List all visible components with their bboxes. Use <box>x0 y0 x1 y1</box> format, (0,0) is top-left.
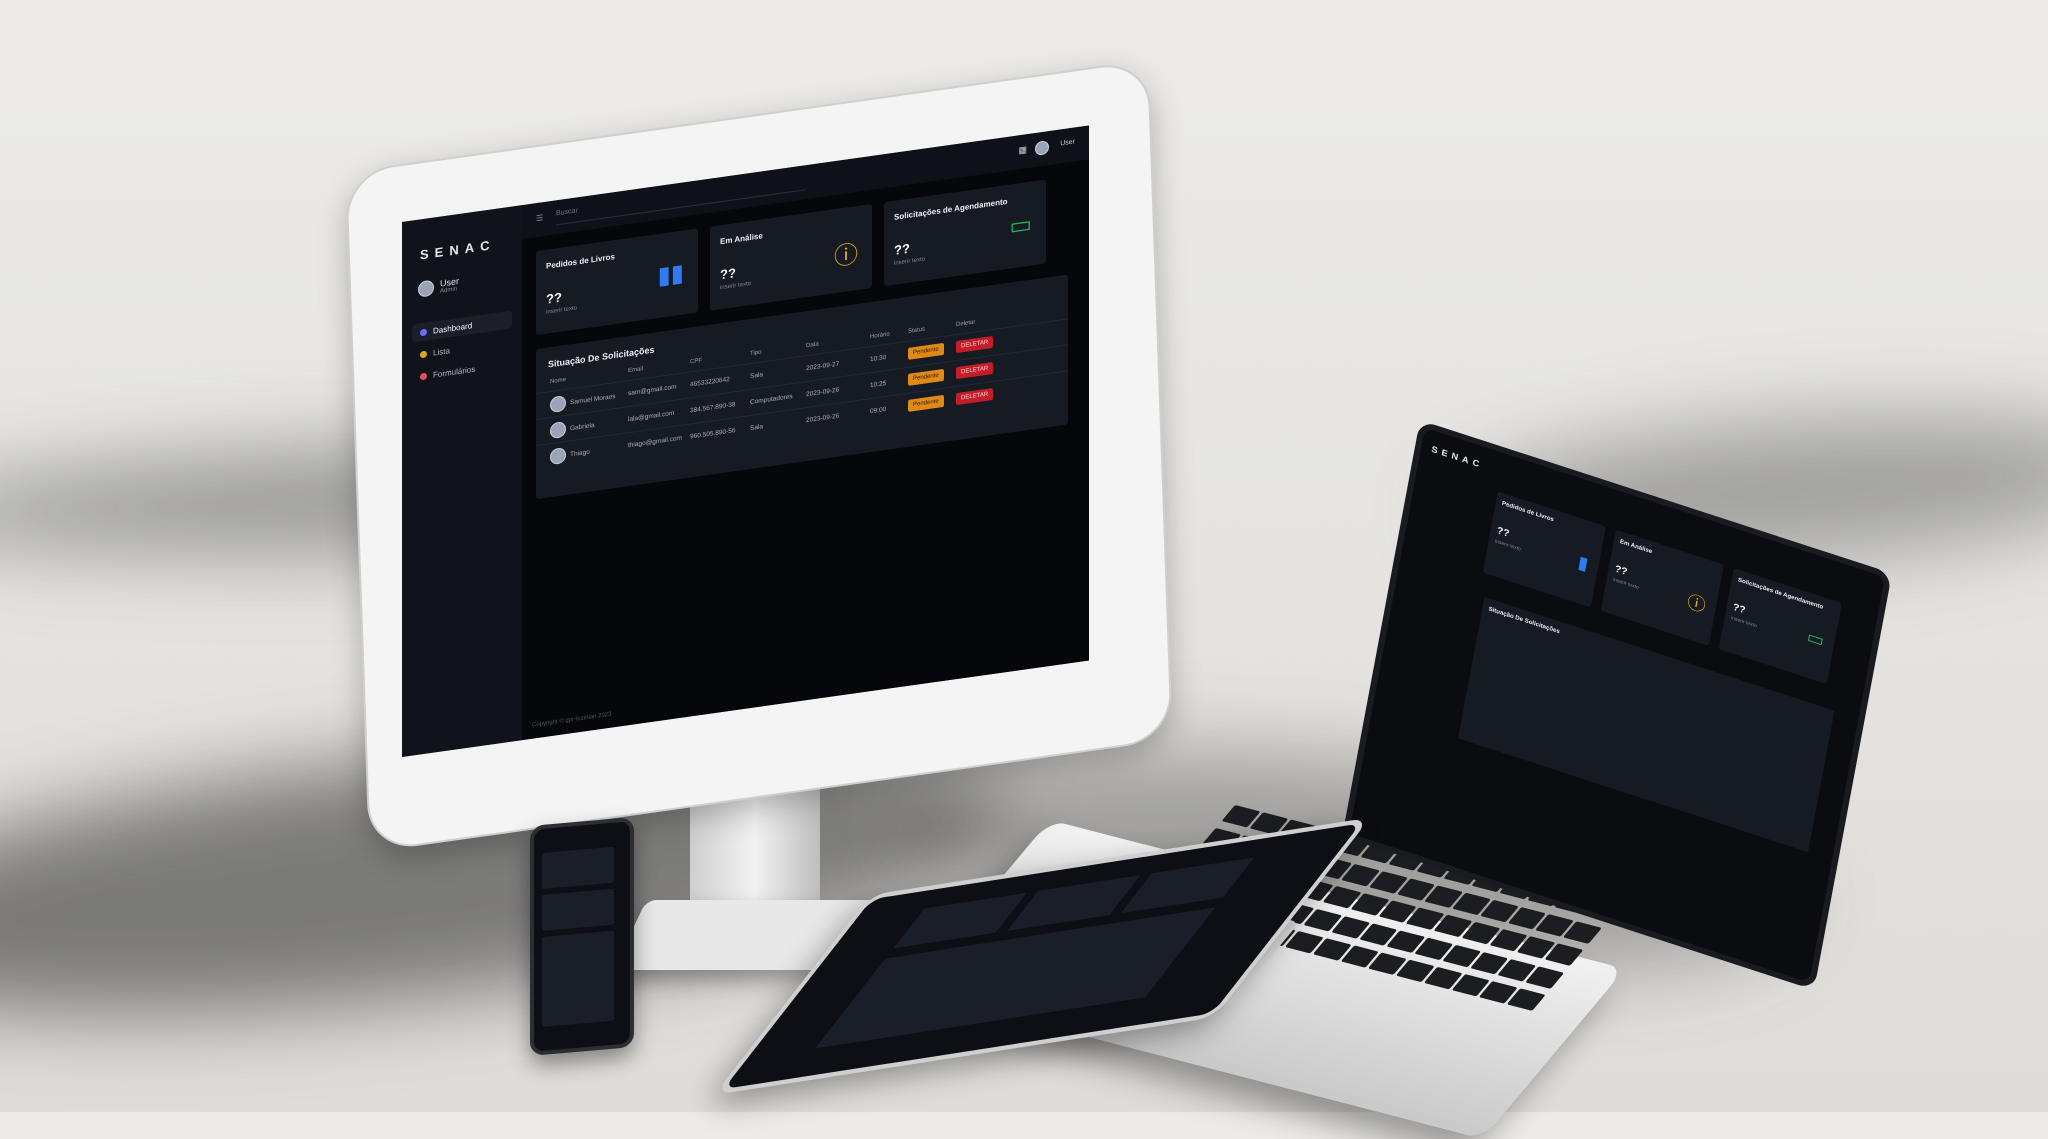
cpf-cell: 46533220642 <box>690 375 730 389</box>
sidebar-item-label: Formulários <box>433 364 476 380</box>
brand-logo: SENAC <box>420 236 496 263</box>
column-header: CPF <box>690 357 702 366</box>
card-subtitle: inserir texto <box>1730 615 1758 630</box>
phone-device <box>530 816 634 1056</box>
list-icon <box>420 349 427 358</box>
dashboard-app: SENAC User Admin Dashboard Lista Formulá… <box>402 125 1089 757</box>
book-icon: ▮ <box>1576 551 1590 575</box>
row-name: Thiago <box>570 448 590 458</box>
avatar <box>550 394 566 414</box>
card-value: ?? <box>546 289 562 307</box>
card-pedidos: Pedidos de Livros ?? inserir texto ▮▮ <box>536 228 698 336</box>
alert-icon: ⓘ <box>834 240 858 272</box>
monitor-icon: ▭ <box>1805 626 1826 651</box>
card-agendamento: Solicitações de Agendamento ?? inserir t… <box>884 179 1046 287</box>
row-name: Samuel Moraes <box>570 392 616 406</box>
card-value: ?? <box>1613 563 1629 578</box>
avatar <box>550 446 566 466</box>
table-title: Situação De Solicitações <box>1488 606 1561 636</box>
card-title: Pedidos de Livros <box>1501 500 1555 524</box>
status-badge: Pendente <box>908 342 944 360</box>
delete-button[interactable]: DELETAR <box>956 361 994 380</box>
tipo-cell: Sala <box>750 371 764 381</box>
alert-icon: ⓘ <box>1685 591 1708 617</box>
tipo-cell: Sala <box>750 423 764 433</box>
user-role: Admin <box>440 286 458 295</box>
footer-copyright: Copyright © gpr-lozinian 2023 <box>532 711 612 729</box>
column-header: Data <box>806 341 819 350</box>
menu-icon[interactable]: ☰ <box>536 213 543 223</box>
data-cell: 2023-09-26 <box>806 386 840 399</box>
card-pedidos: Pedidos de Livros ?? inserir texto ▮ <box>1482 491 1606 608</box>
data-cell: 2023-09-26 <box>806 412 840 425</box>
card-value: ?? <box>894 240 910 258</box>
monitor-screen: SENAC User Admin Dashboard Lista Formulá… <box>402 125 1089 758</box>
status-badge: Pendente <box>908 394 944 412</box>
sidebar: SENAC User Admin Dashboard Lista Formulá… <box>402 205 522 757</box>
card-title: Em Análise <box>1619 539 1653 556</box>
card-subtitle: inserir texto <box>894 256 926 267</box>
column-header: Tipo <box>750 349 762 358</box>
card-subtitle: inserir texto <box>546 305 578 316</box>
brand-logo: SENAC <box>1430 444 1484 471</box>
email-cell: lala@gmail.com <box>628 409 675 424</box>
card-analise: Em Análise ?? inserir texto ⓘ <box>710 203 872 311</box>
card-subtitle: inserir texto <box>720 280 752 292</box>
card-value: ?? <box>720 265 736 283</box>
sidebar-item-label: Lista <box>433 345 450 358</box>
card-analise: Em Análise ?? inserir texto ⓘ <box>1600 529 1724 646</box>
card-title: Solicitações de Agendamento <box>894 196 1008 222</box>
email-cell: sam@gmail.com <box>628 383 677 398</box>
name-cell: Thiago <box>550 444 590 466</box>
sidebar-item-label: Dashboard <box>433 320 473 336</box>
phone-card <box>542 846 614 889</box>
status-badge: Pendente <box>908 368 944 386</box>
hora-cell: 09:00 <box>870 405 887 416</box>
hora-cell: 10:25 <box>870 379 887 390</box>
email-cell: thiago@gmail.com <box>628 434 682 450</box>
topbar-user[interactable]: User <box>1060 138 1075 147</box>
avatar <box>550 420 566 440</box>
dashboard-icon <box>420 327 427 336</box>
cpf-cell: 960.505.890-56 <box>690 427 736 441</box>
tablet-card <box>1120 857 1255 914</box>
user-profile[interactable]: User Admin <box>418 276 459 298</box>
delete-button[interactable]: DELETAR <box>956 387 994 406</box>
avatar[interactable] <box>1035 140 1049 157</box>
book-icon: ▮▮ <box>657 259 684 291</box>
column-header: Horário <box>870 331 890 341</box>
card-title: Em Análise <box>720 231 763 247</box>
card-agendamento: Solicitações de Agendamento ?? inserir t… <box>1718 567 1842 685</box>
column-header: Deletar <box>956 319 976 329</box>
apps-grid-icon[interactable]: ▦ <box>1018 144 1027 156</box>
delete-button[interactable]: DELETAR <box>956 335 994 354</box>
tipo-cell: Computadores <box>750 393 793 407</box>
monitor-icon: ▭ <box>1009 210 1032 241</box>
avatar <box>418 279 434 298</box>
phone-table <box>542 930 614 1027</box>
name-cell: Gabriela <box>550 417 595 440</box>
card-subtitle: inserir texto <box>1494 538 1522 553</box>
card-title: Solicitações de Agendamento <box>1737 577 1824 611</box>
form-icon <box>420 371 427 380</box>
main-content: Pedidos de Livros ?? inserir texto ▮▮ Em… <box>522 159 1089 741</box>
card-value: ?? <box>1731 601 1747 617</box>
hora-cell: 10:30 <box>870 353 887 364</box>
data-cell: 2023-09-27 <box>806 360 840 373</box>
row-name: Gabriela <box>570 421 595 432</box>
column-header: Email <box>628 366 644 375</box>
column-header: Nome <box>550 376 567 386</box>
card-value: ?? <box>1495 525 1511 540</box>
card-title: Pedidos de Livros <box>546 252 615 271</box>
cpf-cell: 384.567.890-38 <box>690 401 736 415</box>
column-header: Status <box>908 326 926 335</box>
card-subtitle: inserir texto <box>1612 576 1640 591</box>
phone-card <box>542 888 614 931</box>
